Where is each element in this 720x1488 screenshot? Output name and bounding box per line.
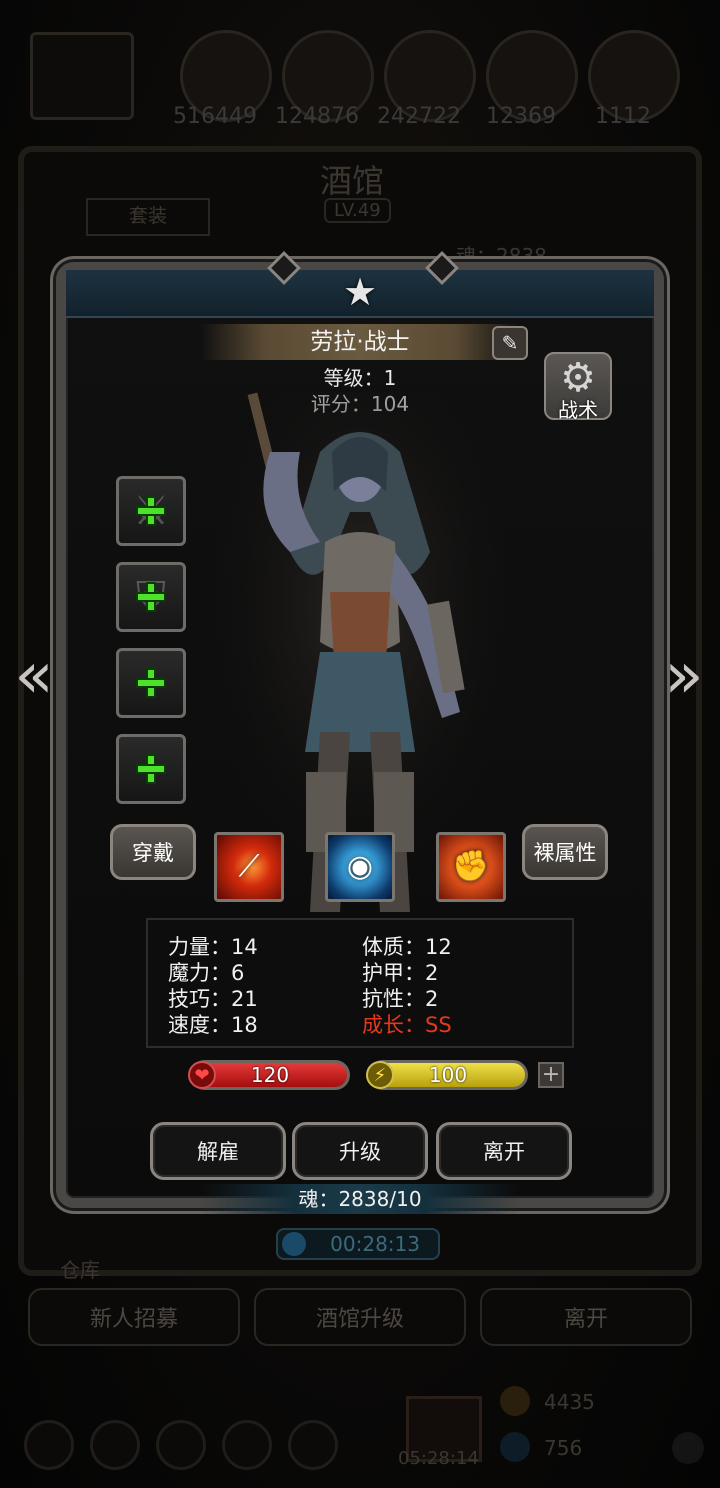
resource-value-4: 12369	[486, 104, 556, 129]
eye-skill-icon[interactable]: ◉	[325, 832, 395, 902]
fist-skill-icon[interactable]: ✊	[436, 832, 506, 902]
lightning-glyph: ⚡	[366, 1061, 394, 1089]
add-icon[interactable]	[672, 1432, 704, 1464]
stat-armor: 护甲：2	[362, 961, 439, 985]
edit-name-button[interactable]: ✎	[492, 326, 528, 360]
stat-constitution: 体质：12	[362, 935, 452, 959]
heart-icon: ❤	[188, 1060, 218, 1090]
recruit-timer: 00:28:13	[276, 1228, 440, 1260]
slash-glyph: ⟋	[238, 849, 260, 884]
menu-icon-1[interactable]	[24, 1420, 74, 1470]
eye-glyph: ◉	[346, 849, 374, 884]
tactics-label: 战术	[558, 398, 598, 422]
stat-resistance: 抗性：2	[362, 987, 439, 1011]
next-hero-arrow[interactable]: »	[660, 640, 708, 712]
stat-strength: 力量：14	[168, 935, 258, 959]
add-equipment-icon	[136, 496, 166, 526]
slash-skill-icon[interactable]: ⟋	[214, 832, 284, 902]
tactics-button[interactable]: ⚙ 战术	[544, 352, 612, 422]
hero-name: 劳拉·战士	[200, 324, 520, 360]
armor-slot[interactable]: ⛨	[116, 562, 186, 632]
set-tab[interactable]: 套装	[86, 198, 210, 236]
upgrade-tavern-button[interactable]: 酒馆升级	[254, 1288, 466, 1346]
hero-level: 等级：1	[323, 366, 397, 390]
star-icon: ★	[342, 270, 378, 314]
pencil-icon: ✎	[501, 331, 519, 355]
upgrade-button[interactable]: 升级	[292, 1122, 428, 1180]
tavern-title: 酒馆	[320, 162, 385, 200]
bottom-timer: 05:28:14	[398, 1448, 479, 1469]
resource-value-2: 124876	[275, 104, 359, 129]
warehouse-label: 仓库	[60, 1258, 100, 1282]
gem-icon	[500, 1432, 530, 1462]
menu-icon-3[interactable]	[156, 1420, 206, 1470]
add-equipment-icon	[136, 668, 166, 698]
gem-value: 756	[544, 1436, 583, 1460]
leave-tavern-button[interactable]: 离开	[480, 1288, 692, 1346]
equip-button[interactable]: 穿戴	[110, 824, 196, 880]
soul-cost: 魂：2838/10	[200, 1184, 520, 1214]
stat-growth: 成长：SS	[362, 1013, 452, 1037]
menu-icon-2[interactable]	[90, 1420, 140, 1470]
stat-skill: 技巧：21	[168, 987, 258, 1011]
resource-value-5: 1112	[595, 104, 651, 129]
gold-value: 4435	[544, 1390, 595, 1414]
add-equipment-icon	[136, 582, 166, 612]
accessory-slot-1[interactable]	[116, 648, 186, 718]
add-energy-button[interactable]: +	[538, 1062, 564, 1088]
menu-icon-5[interactable]	[288, 1420, 338, 1470]
lightning-icon: ⚡	[366, 1060, 396, 1090]
accessory-slot-2[interactable]	[116, 734, 186, 804]
tavern-level: LV.49	[324, 198, 391, 223]
gold-icon	[500, 1386, 530, 1416]
heart-glyph: ❤	[188, 1061, 216, 1089]
dismiss-button[interactable]: 解雇	[150, 1122, 286, 1180]
add-equipment-icon	[136, 754, 166, 784]
previous-hero-arrow[interactable]: «	[10, 640, 58, 712]
resource-value-3: 242722	[377, 104, 461, 129]
fist-glyph: ✊	[452, 849, 490, 884]
leave-button[interactable]: 离开	[436, 1122, 572, 1180]
stat-speed: 速度：18	[168, 1013, 258, 1037]
weapon-slot[interactable]: ⚔	[116, 476, 186, 546]
clock-icon	[282, 1232, 306, 1256]
menu-icon-4[interactable]	[222, 1420, 272, 1470]
recruit-button[interactable]: 新人招募	[28, 1288, 240, 1346]
resource-value-1: 516449	[173, 104, 257, 129]
stat-magic: 魔力：6	[168, 961, 245, 985]
player-avatar	[30, 32, 134, 120]
base-attributes-button[interactable]: 裸属性	[522, 824, 608, 880]
timer-value: 00:28:13	[330, 1232, 420, 1256]
